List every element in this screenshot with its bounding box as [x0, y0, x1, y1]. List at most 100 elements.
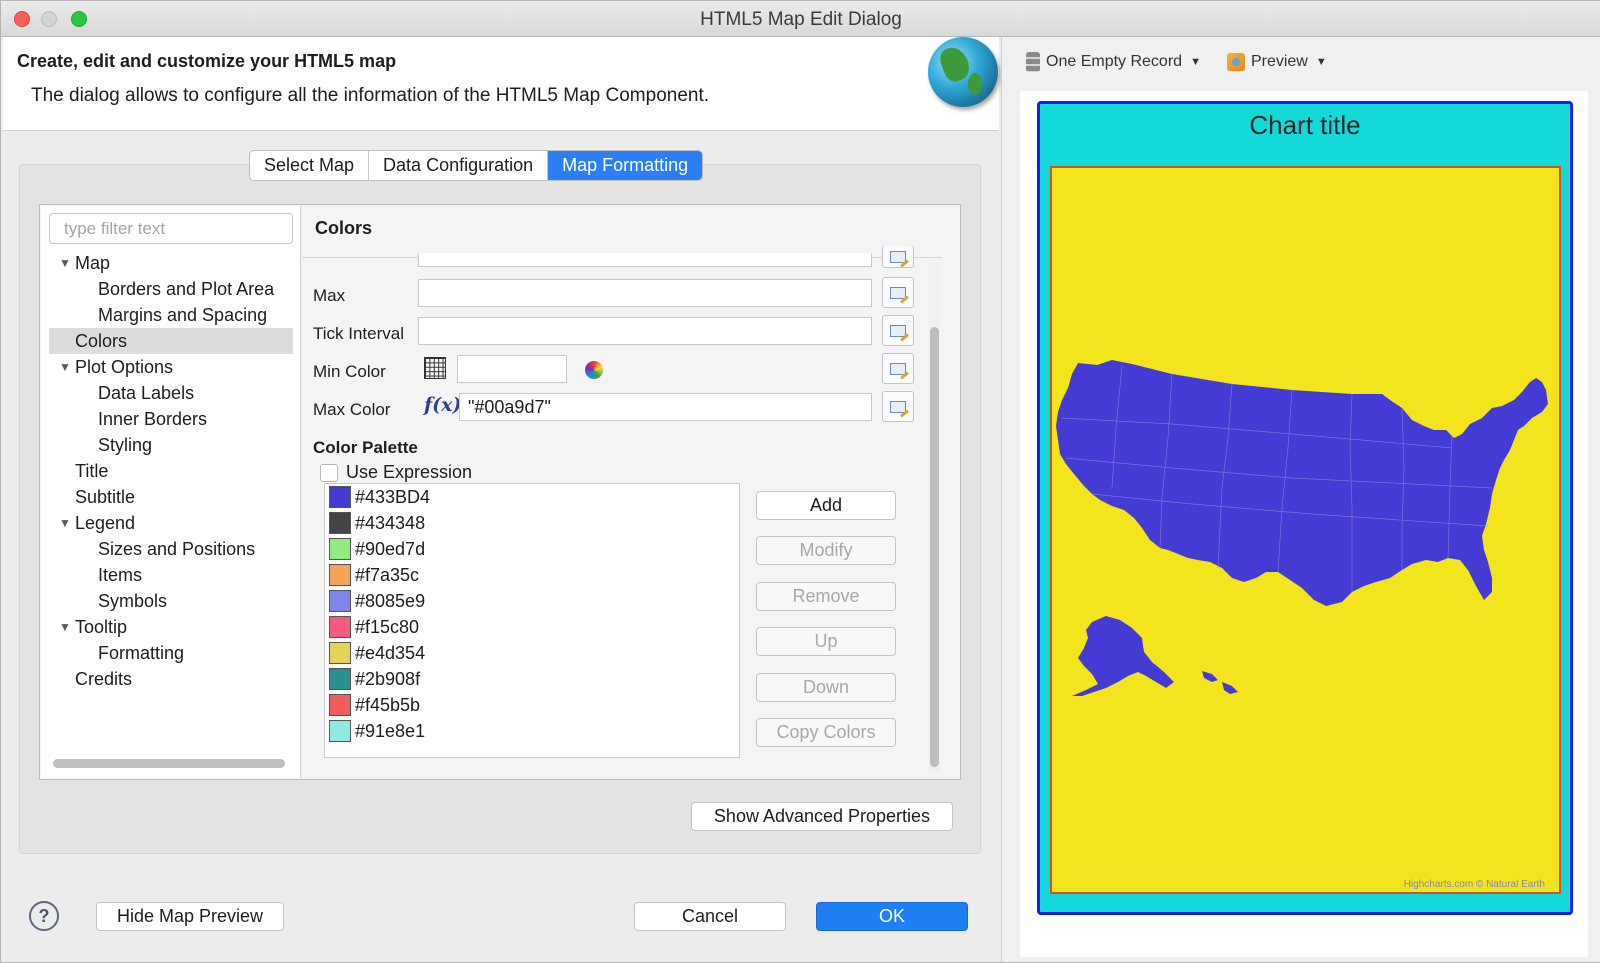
tree-item-label: Styling: [98, 435, 153, 455]
chevron-down-icon: ▼: [1190, 56, 1201, 68]
preview-toolbar: One Empty Record ▼ Preview ▼: [1002, 37, 1600, 87]
tree-item-label: Borders and Plot Area: [98, 279, 275, 299]
max-color-field[interactable]: "#00a9d7": [459, 393, 872, 421]
color-swatch: [329, 694, 351, 716]
modify-button[interactable]: Modify: [756, 536, 896, 565]
filter-input[interactable]: [49, 213, 293, 244]
tick-interval-field[interactable]: [418, 317, 872, 345]
help-icon[interactable]: ?: [29, 901, 59, 931]
color-code: #e4d354: [355, 642, 426, 663]
remove-button[interactable]: Remove: [756, 582, 896, 611]
tree-item-tooltip[interactable]: ▼ Tooltip: [49, 614, 293, 640]
min-color-edit-button[interactable]: [882, 353, 914, 384]
expand-arrow-icon[interactable]: ▼: [59, 354, 71, 380]
tree-item-sizes-and-positions[interactable]: Sizes and Positions: [49, 536, 293, 562]
tree-item-symbols[interactable]: Symbols: [49, 588, 293, 614]
window-title: HTML5 Map Edit Dialog: [700, 9, 902, 30]
add-button[interactable]: Add: [756, 491, 896, 520]
hide-map-preview-button[interactable]: Hide Map Preview: [96, 902, 284, 931]
copy-colors-button[interactable]: Copy Colors: [756, 718, 896, 747]
tree-item-label: Credits: [75, 669, 133, 689]
chart-title: Chart title: [1249, 110, 1361, 140]
color-swatch: [329, 616, 351, 638]
preview-menu[interactable]: Preview ▼: [1226, 53, 1327, 71]
tick-interval-edit-button[interactable]: [882, 315, 914, 346]
palette-color-item[interactable]: #91e8e1: [325, 718, 739, 744]
tree-item-data-labels[interactable]: Data Labels: [49, 380, 293, 406]
palette-color-item[interactable]: #8085e9: [325, 588, 739, 614]
palette-color-item[interactable]: #f45b5b: [325, 692, 739, 718]
scrollbar-thumb[interactable]: [930, 327, 939, 767]
content-vertical-scrollbar[interactable]: [929, 263, 940, 773]
use-expression-checkbox[interactable]: Use Expression: [320, 462, 472, 483]
tree-item-label: Inner Borders: [98, 409, 208, 429]
us-map: [1056, 360, 1548, 696]
settings-tree-pane: ▼MapBorders and Plot AreaMargins and Spa…: [41, 206, 301, 778]
banner-title: Create, edit and customize your HTML5 ma…: [17, 51, 397, 71]
tree-horizontal-scrollbar[interactable]: [53, 759, 285, 768]
tree-item-label: Tooltip: [75, 617, 128, 637]
tree-item-credits[interactable]: Credits: [49, 666, 293, 692]
palette-color-item[interactable]: #434348: [325, 510, 739, 536]
checkbox-box[interactable]: [320, 463, 338, 482]
color-wheel-icon[interactable]: [585, 361, 603, 379]
tab-data-configuration[interactable]: Data Configuration: [369, 151, 549, 180]
tree-item-subtitle[interactable]: Subtitle: [49, 484, 293, 510]
preview-panel: One Empty Record ▼ Preview ▼ Chart title: [1001, 37, 1600, 962]
palette-color-item[interactable]: #f7a35c: [325, 562, 739, 588]
tree-item-map[interactable]: ▼ Map: [49, 250, 293, 276]
tree-item-formatting[interactable]: Formatting: [49, 640, 293, 666]
palette-color-item[interactable]: #433BD4: [325, 484, 739, 510]
max-edit-button[interactable]: [882, 277, 914, 308]
hawaii-shape: [1202, 671, 1238, 694]
tree-item-label: Map: [75, 253, 111, 273]
tree-item-colors[interactable]: Colors: [49, 328, 293, 354]
plot-area: Highcharts.com © Natural Earth: [1050, 166, 1561, 894]
tree-item-inner-borders[interactable]: Inner Borders: [49, 406, 293, 432]
expand-arrow-icon[interactable]: ▼: [59, 614, 71, 640]
record-selector[interactable]: One Empty Record ▼: [1026, 52, 1201, 72]
tree-item-legend[interactable]: ▼ Legend: [49, 510, 293, 536]
color-palette-title: Color Palette: [313, 438, 418, 457]
use-expression-label: Use Expression: [346, 462, 473, 482]
globe-icon: [928, 37, 998, 107]
show-advanced-properties-button[interactable]: Show Advanced Properties: [691, 802, 953, 831]
down-button[interactable]: Down: [756, 673, 896, 702]
clipped-edit-button[interactable]: [882, 246, 914, 268]
color-code: #2b908f: [355, 668, 421, 689]
tab-map-formatting[interactable]: Map Formatting: [548, 151, 703, 180]
tree-item-label: Legend: [75, 513, 136, 533]
tree-item-margins-and-spacing[interactable]: Margins and Spacing: [49, 302, 293, 328]
palette-list[interactable]: #433BD4 #434348 #90ed7d #f7a35c #8085e9 #f15c…: [324, 483, 740, 758]
preview-label: Preview: [1250, 53, 1308, 70]
tree-item-items[interactable]: Items: [49, 562, 293, 588]
tree-item-plot-options[interactable]: ▼ Plot Options: [49, 354, 293, 380]
min-color-field[interactable]: [457, 355, 567, 383]
max-field[interactable]: [418, 279, 872, 307]
color-code: #434348: [355, 512, 426, 533]
alaska-shape: [1072, 616, 1174, 696]
cancel-button[interactable]: Cancel: [634, 902, 786, 931]
tab-select-map[interactable]: Select Map: [250, 151, 370, 180]
tree-item-styling[interactable]: Styling: [49, 432, 293, 458]
expand-arrow-icon[interactable]: ▼: [59, 250, 71, 276]
color-grid-icon[interactable]: [424, 357, 446, 379]
tree-item-borders-and-plot-area[interactable]: Borders and Plot Area: [49, 276, 293, 302]
tab-bar: Select Map Data Configuration Map Formatti…: [249, 150, 704, 181]
palette-color-item[interactable]: #f15c80: [325, 614, 739, 640]
tree-item-title[interactable]: Title: [49, 458, 293, 484]
expand-arrow-icon[interactable]: ▼: [59, 510, 71, 536]
tree-item-label: Margins and Spacing: [98, 305, 268, 325]
expression-icon[interactable]: f(x): [424, 394, 461, 416]
tree-item-label: Data Labels: [98, 383, 195, 403]
palette-color-item[interactable]: #2b908f: [325, 666, 739, 692]
palette-color-item[interactable]: #90ed7d: [325, 536, 739, 562]
settings-tree: ▼ Map Borders and Plot Area Margins and Spa…: [49, 250, 293, 692]
ok-button[interactable]: OK: [816, 902, 968, 931]
palette-color-item[interactable]: #e4d354: [325, 640, 739, 666]
tree-item-label: Plot Options: [75, 357, 174, 377]
color-swatch: [329, 590, 351, 612]
edit-icon: [890, 400, 906, 413]
max-color-edit-button[interactable]: [882, 391, 914, 422]
up-button[interactable]: Up: [756, 627, 896, 656]
